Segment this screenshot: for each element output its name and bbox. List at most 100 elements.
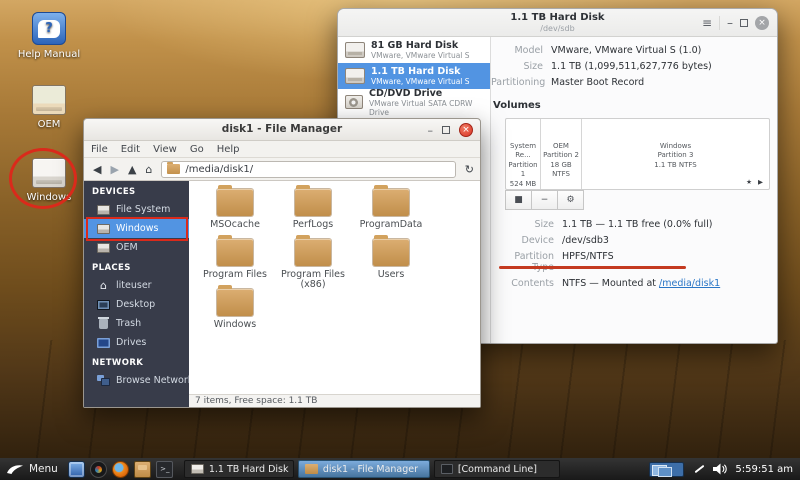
partition-segment-1[interactable]: System Re... Partition 1 524 MB NT...	[506, 119, 541, 189]
drives-icon	[97, 338, 110, 348]
task-button-command-line[interactable]: [Command Line]	[434, 460, 560, 478]
sidebar-header-devices: DEVICES	[84, 181, 189, 200]
drive-icon	[97, 243, 110, 253]
fm-statusbar: 7 items, Free space: 1.1 TB	[189, 394, 480, 407]
folder-icon	[217, 289, 253, 316]
mount-point-link[interactable]: /media/disk1	[659, 278, 720, 289]
current-path: /media/disk1/	[185, 164, 253, 175]
disks-headerbar[interactable]: 1.1 TB Hard Disk /dev/sdb ≡ – ×	[338, 9, 777, 37]
partition-options-button[interactable]: ⚙	[557, 190, 584, 210]
pen-tablet-tray-icon[interactable]	[692, 463, 705, 476]
task-button-hard-disk[interactable]: 1.1 TB Hard Disk	[184, 460, 294, 478]
oem-drive-icon	[32, 85, 66, 115]
folder-icon	[217, 239, 253, 266]
sidebar-header-network: NETWORK	[84, 352, 189, 371]
sidebar-item-liteuser[interactable]: ⌂ liteuser	[84, 276, 189, 295]
desktop-icon	[97, 300, 110, 310]
folder-icon	[373, 189, 409, 216]
sidebar-item-oem[interactable]: OEM	[84, 238, 189, 257]
partition-size-value: 1.1 TB — 1.1 TB free (0.0% full)	[562, 219, 767, 230]
sidebar-item-windows[interactable]: Windows	[84, 219, 189, 238]
folder-item-windows[interactable]: Windows	[196, 289, 274, 339]
fm-titlebar[interactable]: disk1 - File Manager – ×	[84, 119, 480, 141]
fm-toolbar: ◀ ▶ ▲ ⌂ /media/disk1/ ↻	[84, 158, 480, 181]
fm-window-title: disk1 - File Manager	[84, 123, 480, 135]
clock[interactable]: 5:59:51 am	[735, 464, 793, 475]
sidebar-item-drives[interactable]: Drives	[84, 333, 189, 352]
task-button-file-manager[interactable]: disk1 - File Manager	[298, 460, 430, 478]
drive-icon	[97, 205, 110, 215]
desktop-icon-help-manual[interactable]: ? Help Manual	[14, 12, 84, 60]
terminal-icon	[441, 464, 453, 474]
help-manual-icon: ?	[32, 12, 66, 45]
folder-icon	[295, 189, 331, 216]
sidebar-item-browse-network[interactable]: Browse Network	[84, 371, 189, 390]
sidebar-item-desktop[interactable]: Desktop	[84, 295, 189, 314]
file-manager-launcher-icon[interactable]	[134, 461, 151, 478]
desktop-icon-label: Windows	[14, 192, 84, 203]
menu-button[interactable]: Menu	[0, 458, 66, 480]
volumes-heading: Volumes	[493, 100, 767, 111]
maximize-button[interactable]	[442, 126, 450, 134]
minimize-button[interactable]: –	[727, 17, 733, 29]
up-button[interactable]: ▲	[128, 164, 136, 175]
folder-item-program-files[interactable]: Program Files	[196, 239, 274, 289]
fm-file-grid: MSOcache PerfLogs ProgramData Program Fi…	[189, 181, 480, 394]
media-launcher-icon[interactable]	[90, 461, 107, 478]
partition-flags-icon: ★ ▶	[746, 178, 765, 187]
folder-item-users[interactable]: Users	[352, 239, 430, 289]
display-launcher-icon[interactable]	[68, 461, 85, 478]
forward-button[interactable]: ▶	[110, 164, 118, 175]
back-button[interactable]: ◀	[93, 164, 101, 175]
partition-segment-3-selected[interactable]: Windows Partition 3 1.1 TB NTFS ★ ▶	[582, 119, 769, 189]
home-button[interactable]: ⌂	[145, 164, 152, 175]
menu-go[interactable]: Go	[190, 144, 204, 155]
fm-sidebar: DEVICES File System Windows OEM PLACES ⌂…	[84, 181, 189, 407]
desktop-icon-label: Help Manual	[14, 49, 84, 60]
minimize-button[interactable]: –	[428, 124, 434, 137]
sidebar-item-trash[interactable]: Trash	[84, 314, 189, 333]
folder-item-programdata[interactable]: ProgramData	[352, 189, 430, 239]
partition-segment-2[interactable]: OEM Partition 2 18 GB NTFS	[541, 119, 582, 189]
home-icon: ⌂	[97, 281, 110, 291]
folder-icon	[217, 189, 253, 216]
disk-partitioning-value: Master Boot Record	[551, 77, 767, 88]
menu-hamburger-icon[interactable]: ≡	[702, 17, 712, 29]
desktop-icon-label: OEM	[14, 119, 84, 130]
delete-partition-button[interactable]: −	[531, 190, 558, 210]
drive-row-cddvd[interactable]: CD/DVD Drive VMware Virtual SATA CDRW Dr…	[338, 89, 490, 115]
desktop-icon-windows[interactable]: Windows	[14, 158, 84, 203]
close-button[interactable]: ×	[459, 123, 473, 137]
drive-icon	[97, 224, 110, 234]
reload-button[interactable]: ↻	[465, 164, 474, 175]
volume-toolbar: ■ − ⚙	[505, 190, 767, 210]
desktop-icon-oem[interactable]: OEM	[14, 85, 84, 130]
taskbar: Menu >_ 1.1 TB Hard Disk disk1 - File Ma…	[0, 458, 800, 480]
folder-item-perflogs[interactable]: PerfLogs	[274, 189, 352, 239]
volume-icon[interactable]	[713, 463, 727, 475]
unmount-button[interactable]: ■	[505, 190, 532, 210]
menu-view[interactable]: View	[153, 144, 177, 155]
workspace-pager-icon[interactable]	[649, 462, 684, 477]
maximize-button[interactable]	[740, 19, 748, 27]
menu-edit[interactable]: Edit	[121, 144, 140, 155]
firefox-launcher-icon[interactable]	[112, 461, 129, 478]
close-button[interactable]: ×	[755, 16, 769, 30]
sidebar-header-places: PLACES	[84, 257, 189, 276]
drive-row-1tb-selected[interactable]: 1.1 TB Hard Disk VMware, VMware Virtual …	[338, 63, 490, 89]
desktop-background: ? Help Manual OEM Windows 1.1 TB Hard Di…	[0, 0, 800, 480]
drive-row-81gb[interactable]: 81 GB Hard Disk VMware, VMware Virtual S	[338, 37, 490, 63]
folder-icon	[295, 239, 331, 266]
partition-type-value: HPFS/NTFS	[562, 251, 767, 273]
file-manager-window: disk1 - File Manager – × File Edit View …	[83, 118, 481, 408]
fm-menubar: File Edit View Go Help	[84, 141, 480, 158]
sidebar-item-file-system[interactable]: File System	[84, 200, 189, 219]
headerbar-separator	[719, 16, 720, 30]
folder-item-msocache[interactable]: MSOcache	[196, 189, 274, 239]
folder-item-program-files-x86[interactable]: Program Files (x86)	[274, 239, 352, 289]
menu-file[interactable]: File	[91, 144, 108, 155]
terminal-launcher-icon[interactable]: >_	[156, 461, 173, 478]
menu-help[interactable]: Help	[217, 144, 240, 155]
path-bar[interactable]: /media/disk1/	[161, 161, 455, 178]
hard-disk-icon	[345, 68, 365, 84]
